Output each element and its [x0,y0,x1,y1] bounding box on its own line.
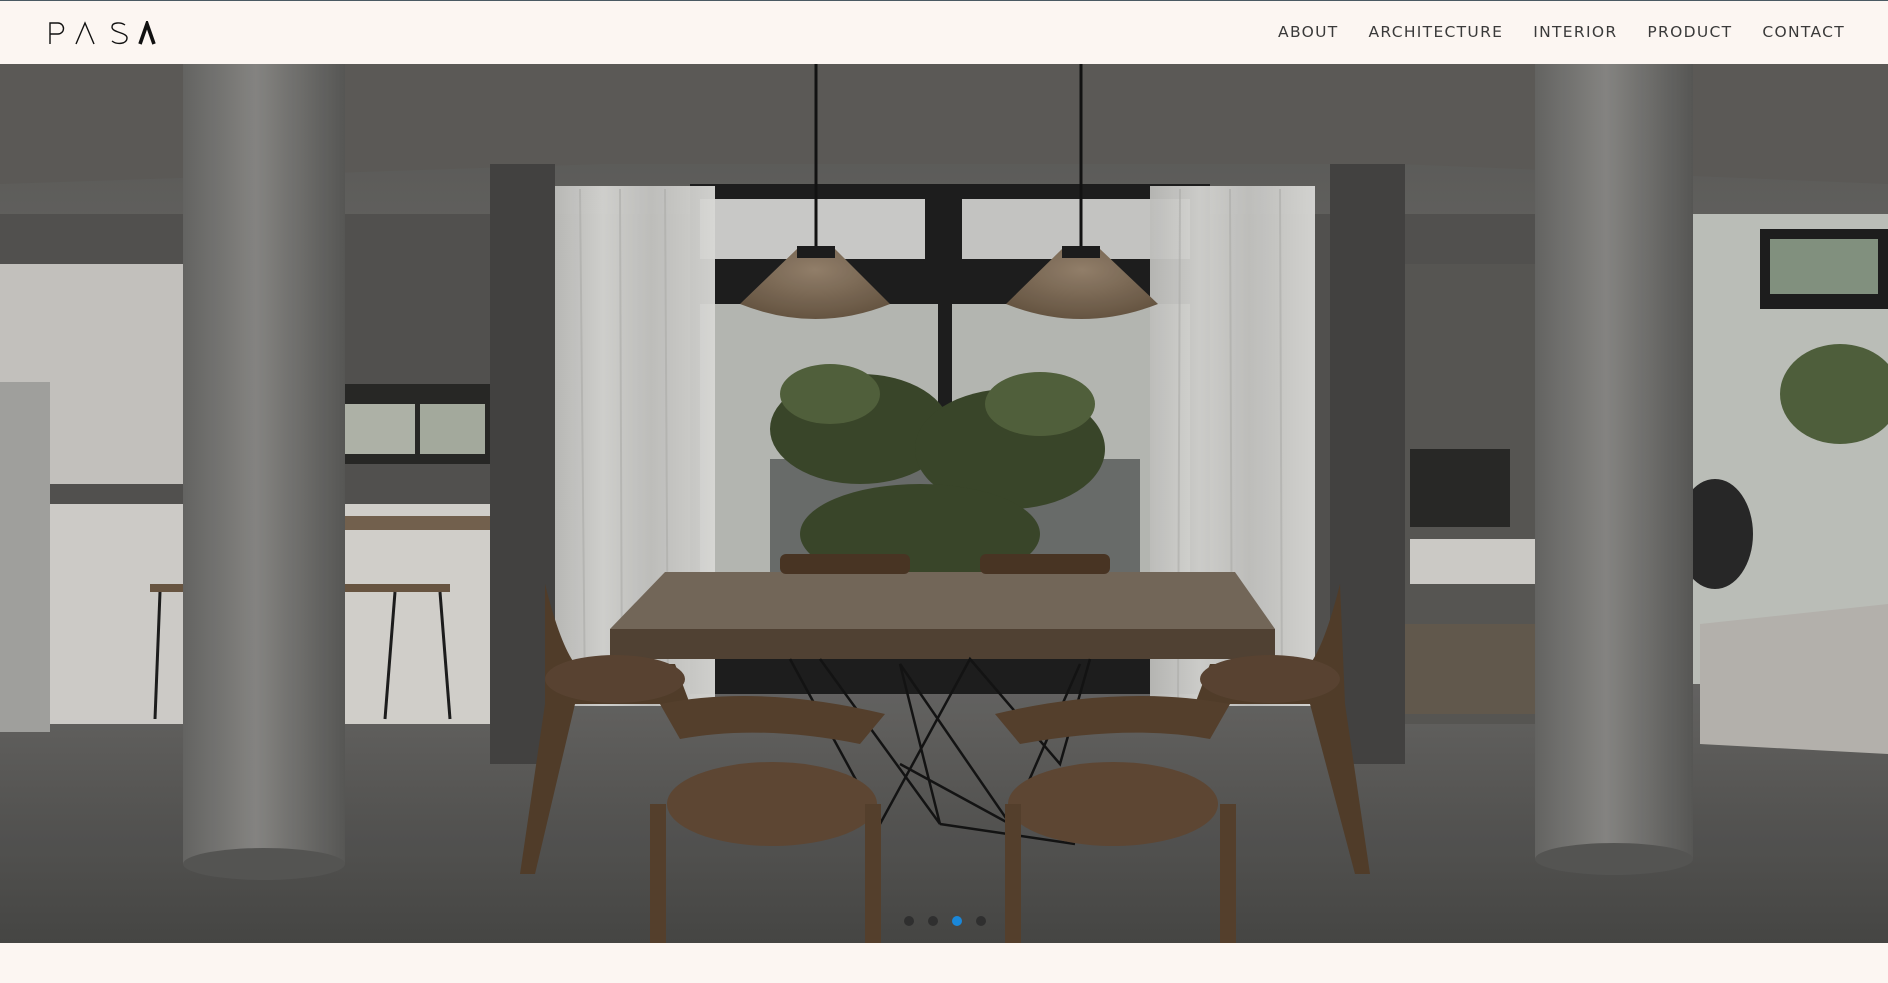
slide-dot-3[interactable] [952,916,962,926]
slide-dot-4[interactable] [976,916,986,926]
site-header: ABOUT ARCHITECTURE INTERIOR PRODUCT CONT… [0,1,1888,64]
slide-dot-1[interactable] [904,916,914,926]
nav-interior[interactable]: INTERIOR [1533,1,1617,64]
pasa-logo-mark [49,21,156,45]
hero-slider[interactable] [0,64,1888,943]
nav-contact[interactable]: CONTACT [1762,1,1845,64]
hero-image-dining-room [0,64,1888,943]
slider-pagination [904,916,986,926]
nav-about[interactable]: ABOUT [1278,1,1338,64]
nav-product[interactable]: PRODUCT [1647,1,1732,64]
main-nav: ABOUT ARCHITECTURE INTERIOR PRODUCT CONT… [1278,1,1845,64]
pasa-logo[interactable] [48,21,156,45]
slide-dot-2[interactable] [928,916,938,926]
nav-architecture[interactable]: ARCHITECTURE [1369,1,1504,64]
